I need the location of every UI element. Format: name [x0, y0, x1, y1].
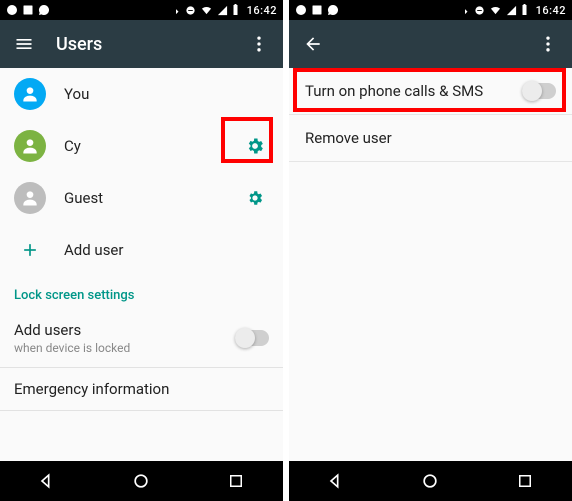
setting-label: Turn on phone calls & SMS	[305, 82, 522, 100]
messenger-icon	[6, 4, 18, 16]
whatsapp-icon	[327, 4, 339, 16]
signal-icon	[506, 5, 517, 16]
whatsapp-icon	[38, 4, 50, 16]
back-arrow-icon[interactable]	[301, 32, 325, 56]
dnd-icon	[474, 5, 485, 16]
signal-icon	[217, 5, 228, 16]
add-user-label: Add user	[64, 241, 269, 259]
app-bar	[289, 20, 572, 68]
user-name: Guest	[64, 189, 241, 207]
app-bar: Users	[0, 20, 283, 68]
toggle-switch[interactable]	[522, 83, 556, 99]
setting-phone-sms[interactable]: Turn on phone calls & SMS	[289, 68, 572, 115]
battery-icon	[521, 4, 528, 16]
nav-bar	[0, 461, 283, 501]
phone-right: 16:42 Turn on phone calls & SMS Remove u…	[289, 0, 572, 501]
pref-title: Emergency information	[14, 380, 269, 398]
picture-icon	[22, 4, 34, 16]
status-bar: 16:42	[0, 0, 283, 20]
bluetooth-icon	[171, 4, 181, 16]
user-row-you[interactable]: You	[0, 68, 283, 120]
plus-icon	[14, 234, 46, 266]
overflow-menu-icon[interactable]	[247, 32, 271, 56]
recent-nav-icon[interactable]	[221, 466, 251, 496]
pref-emergency-info[interactable]: Emergency information	[0, 368, 283, 410]
divider	[0, 410, 283, 411]
wifi-icon	[200, 5, 213, 16]
back-nav-icon[interactable]	[32, 466, 62, 496]
home-nav-icon[interactable]	[126, 466, 156, 496]
home-nav-icon[interactable]	[415, 466, 445, 496]
toggle-switch[interactable]	[235, 330, 269, 346]
status-clock: 16:42	[536, 4, 566, 17]
status-bar: 16:42	[289, 0, 572, 20]
pref-title: Add users	[14, 321, 235, 339]
pref-add-users-locked[interactable]: Add users when device is locked	[0, 309, 283, 367]
wifi-icon	[489, 5, 502, 16]
messenger-icon	[295, 4, 307, 16]
user-name: Cy	[64, 137, 241, 155]
battery-icon	[232, 4, 239, 16]
content: You Cy Guest Add user	[0, 68, 283, 461]
avatar	[14, 78, 46, 110]
phone-left: 16:42 Users You Cy	[0, 0, 283, 501]
user-row-cy[interactable]: Cy	[0, 120, 283, 172]
nav-bar	[289, 461, 572, 501]
user-settings-gear-icon[interactable]	[241, 132, 269, 160]
pref-subtitle: when device is locked	[14, 341, 235, 355]
avatar	[14, 182, 46, 214]
user-row-guest[interactable]: Guest	[0, 172, 283, 224]
menu-icon[interactable]	[12, 32, 36, 56]
status-clock: 16:42	[247, 4, 277, 17]
setting-remove-user[interactable]: Remove user	[289, 115, 572, 162]
picture-icon	[311, 4, 323, 16]
add-user-row[interactable]: Add user	[0, 224, 283, 276]
recent-nav-icon[interactable]	[510, 466, 540, 496]
section-lock-screen: Lock screen settings	[0, 276, 283, 309]
avatar	[14, 130, 46, 162]
overflow-menu-icon[interactable]	[536, 32, 560, 56]
bluetooth-icon	[460, 4, 470, 16]
appbar-title: Users	[56, 34, 102, 55]
dnd-icon	[185, 5, 196, 16]
user-settings-gear-icon[interactable]	[241, 184, 269, 212]
user-name: You	[64, 85, 269, 103]
setting-label: Remove user	[305, 129, 556, 147]
back-nav-icon[interactable]	[321, 466, 351, 496]
content: Turn on phone calls & SMS Remove user	[289, 68, 572, 461]
